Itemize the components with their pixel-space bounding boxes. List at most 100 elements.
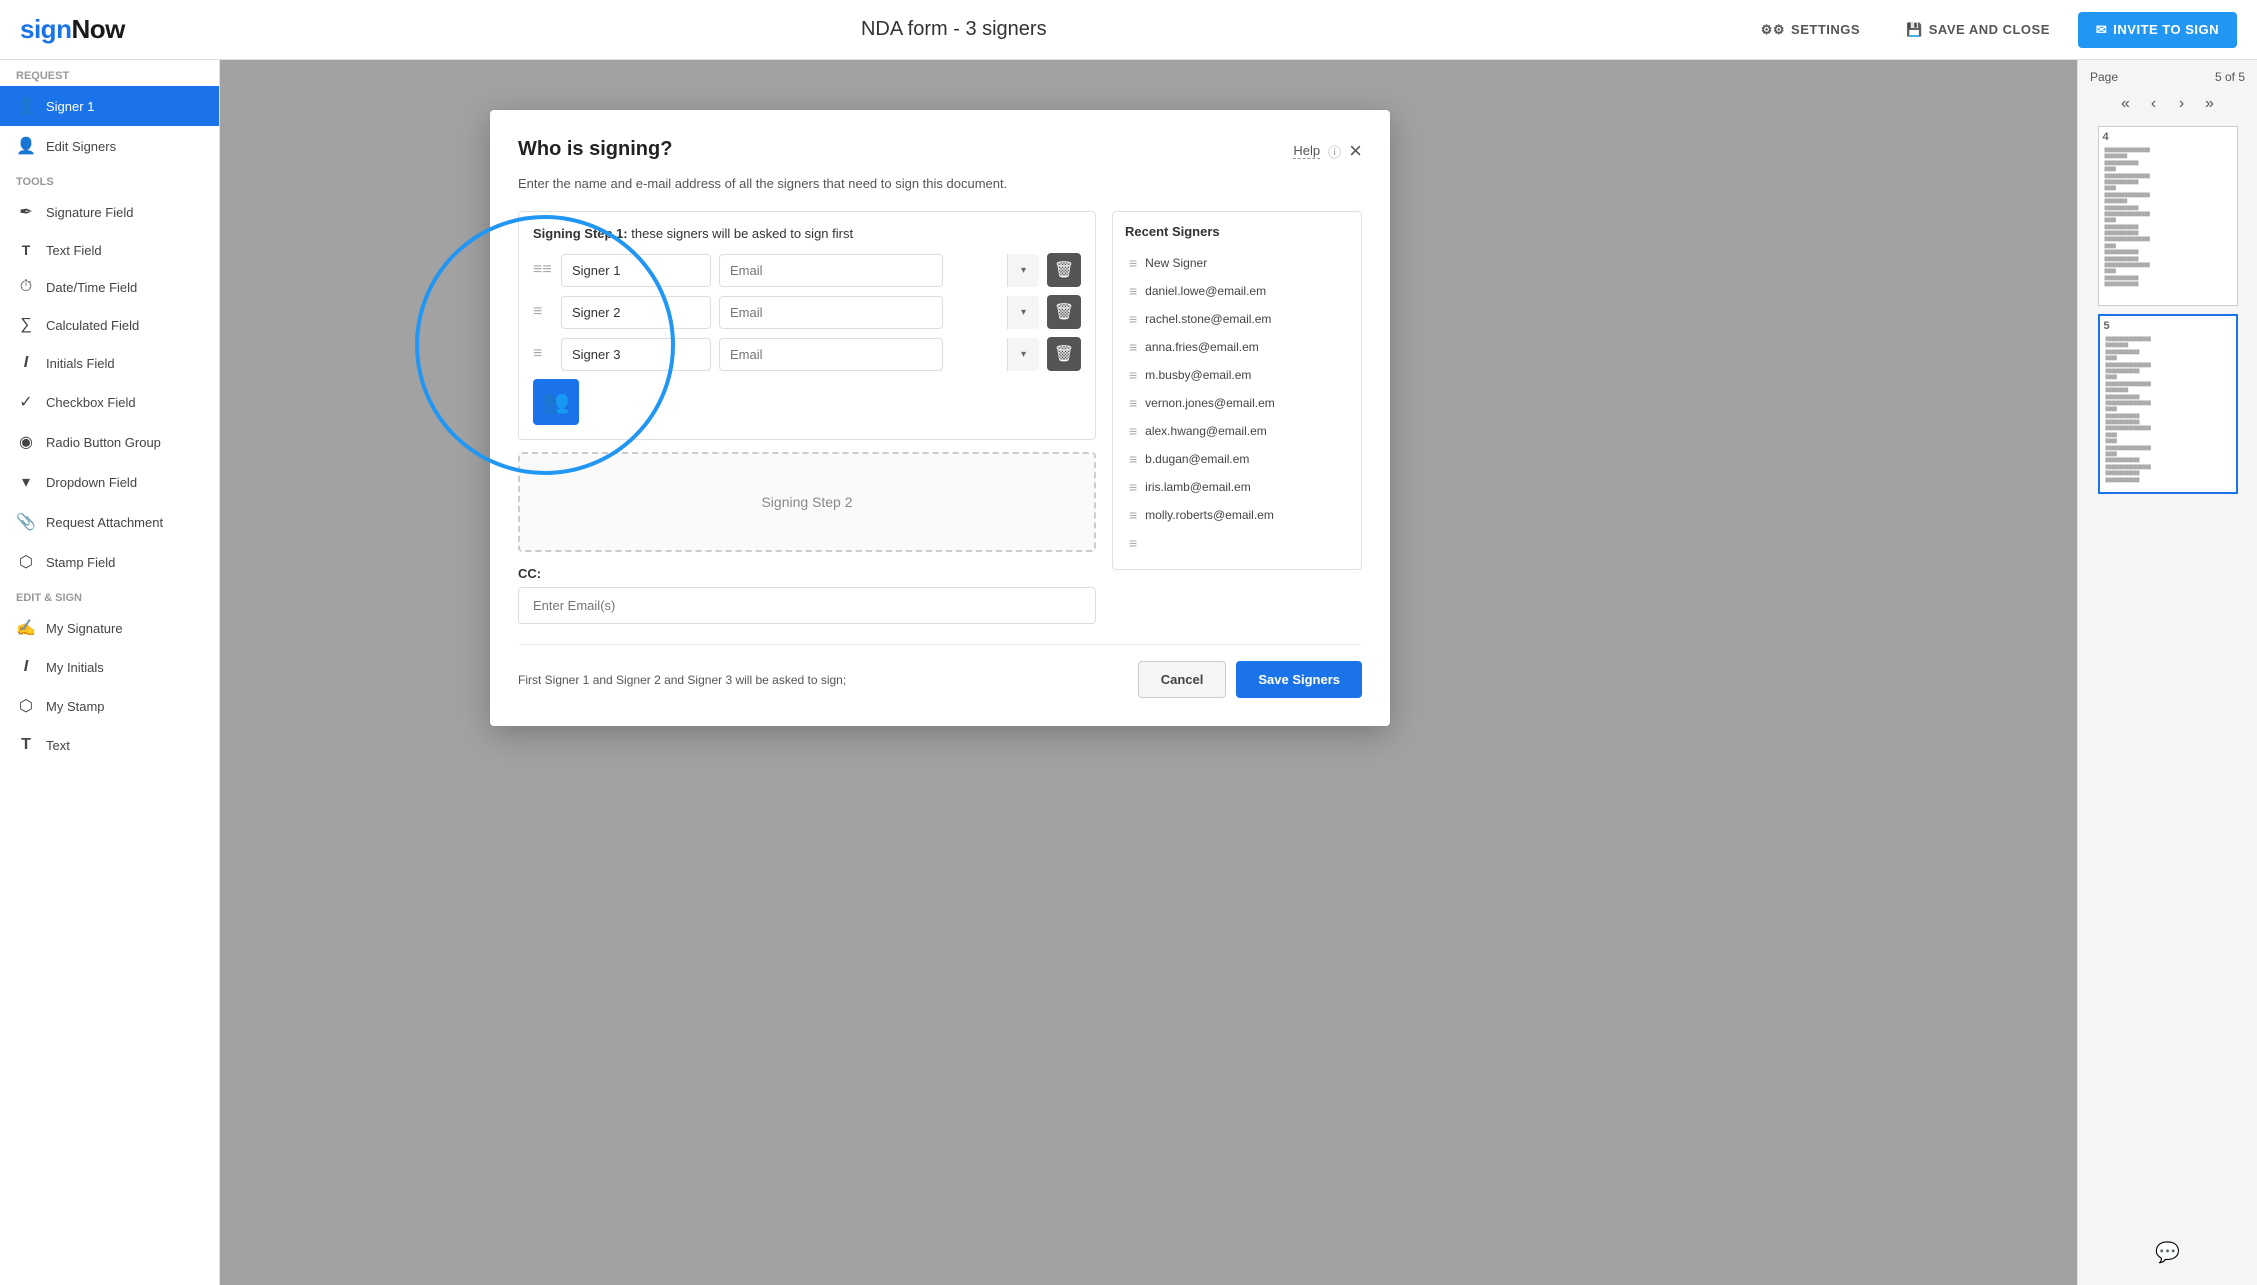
recent-signer-2[interactable]: ≡ rachel.stone@email.em [1125,305,1349,333]
page-thumb-content-5: ████████████████████████████████████████… [2100,316,2236,489]
request-section-label: Request [0,60,219,86]
signer3-email-input[interactable] [719,338,943,371]
step1-box: Signing Step 1: these signers will be as… [518,211,1096,440]
step1-desc: these signers will be asked to sign firs… [631,226,853,241]
signer2-email-dropdown[interactable]: ▾ [1007,296,1039,329]
signer1-email-wrapper: ▾ [719,254,1039,287]
drag-handle-3[interactable]: ≡ [533,345,553,363]
sidebar-item-my-initials[interactable]: I My Initials [0,648,219,686]
recent-signer-new[interactable]: ≡ New Signer [1125,249,1349,277]
save-close-button[interactable]: 💾 SAVE AND CLOSE [1888,12,2068,48]
recent-signer-3[interactable]: ≡ anna.fries@email.em [1125,333,1349,361]
menu-icon-5: ≡ [1129,395,1137,411]
signer3-name-input[interactable] [561,338,711,371]
sidebar-item-text-field[interactable]: T Text Field [0,232,219,268]
dropdown-label: Dropdown Field [46,475,137,490]
stamp-icon: ⬡ [16,552,36,572]
menu-icon-new: ≡ [1129,255,1137,271]
recent-signers-panel: Recent Signers ≡ New Signer ≡ daniel.low… [1112,211,1362,570]
delete-signer3-button[interactable]: 🗑 [1047,337,1081,371]
modal-subtitle: Enter the name and e-mail address of all… [518,176,1362,191]
comment-icon[interactable]: 💬 [2155,1242,2180,1264]
menu-icon-10: ≡ [1129,535,1137,551]
menu-icon-7: ≡ [1129,451,1137,467]
delete-signer2-button[interactable]: 🗑 [1047,295,1081,329]
sidebar-item-signer1[interactable]: 👤 Signer 1 [0,86,219,126]
invite-label: INVITE TO SIGN [2113,22,2219,37]
page-thumb-5[interactable]: 5 ██████████████████████████████████████… [2098,314,2238,494]
recent-signer-9[interactable]: ≡ molly.roberts@email.em [1125,501,1349,529]
invite-icon: ✉ [2096,22,2107,38]
settings-button[interactable]: ⚙ SETTINGS [1743,12,1878,48]
add-signer-button[interactable]: 👥 [533,379,579,425]
sidebar-item-datetime-field[interactable]: ⏱ Date/Time Field [0,268,219,306]
tools-section-label: Tools [0,166,219,192]
recent-signer-8[interactable]: ≡ iris.lamb@email.em [1125,473,1349,501]
footer-buttons: Cancel Save Signers [1138,661,1362,698]
close-modal-button[interactable]: × [1349,138,1362,164]
signer-email-5: vernon.jones@email.em [1145,396,1275,410]
drag-handle-1[interactable]: ≡ [533,261,553,279]
my-stamp-icon: ⬡ [16,696,36,716]
sidebar-item-checkbox-field[interactable]: ✓ Checkbox Field [0,382,219,422]
sidebar-item-dropdown-field[interactable]: ▾ Dropdown Field [0,462,219,502]
sidebar-item-edit-signers[interactable]: 👤 Edit Signers [0,126,219,166]
recent-signer-6[interactable]: ≡ alex.hwang@email.em [1125,417,1349,445]
page-header: Page 5 of 5 [2078,70,2257,92]
sidebar-item-initials-field[interactable]: I Initials Field [0,344,219,382]
signing-steps: Signing Step 1: these signers will be as… [518,211,1096,624]
sidebar-item-stamp-field[interactable]: ⬡ Stamp Field [0,542,219,582]
document-area: Who is signing? Help ⓘ × Enter the name … [220,60,2077,1285]
recent-signer-7[interactable]: ≡ b.dugan@email.em [1125,445,1349,473]
page-thumb-content-4: ████████████████████████████████████████… [2099,127,2237,294]
calc-icon: ∑ [16,316,36,334]
step1-bold: Signing Step 1: [533,226,628,241]
sidebar-item-calculated-field[interactable]: ∑ Calculated Field [0,306,219,344]
signer2-email-input[interactable] [719,296,943,329]
my-sig-label: My Signature [46,621,123,636]
delete-signer1-button[interactable]: 🗑 [1047,253,1081,287]
recent-signer-1[interactable]: ≡ daniel.lowe@email.em [1125,277,1349,305]
signer2-name-input[interactable] [561,296,711,329]
trash-icon: 🗑 [1054,260,1074,280]
signature-field-label: Signature Field [46,205,133,220]
page-thumb-4[interactable]: 4 ██████████████████████████████████████… [2098,126,2238,306]
recent-signer-10[interactable]: ≡ [1125,529,1349,557]
drag-handle-2[interactable]: ≡ [533,303,553,321]
help-link[interactable]: Help [1293,143,1320,159]
signer1-email-dropdown[interactable]: ▾ [1007,254,1039,287]
logo: signNow [20,14,125,45]
cancel-button[interactable]: Cancel [1138,661,1227,698]
sidebar-item-radio-group[interactable]: ◉ Radio Button Group [0,422,219,462]
signer2-email-wrapper: ▾ [719,296,1039,329]
sidebar-item-text[interactable]: T Text [0,726,219,764]
cc-email-input[interactable] [518,587,1096,624]
signer1-email-input[interactable] [719,254,943,287]
step2-label: Signing Step 2 [761,494,852,510]
edit-sign-section-label: Edit & Sign [0,582,219,608]
who-is-signing-modal: Who is signing? Help ⓘ × Enter the name … [490,110,1390,726]
last-page-button[interactable]: » [2198,92,2222,116]
my-initials-label: My Initials [46,660,104,675]
first-page-button[interactable]: « [2114,92,2138,116]
datetime-icon: ⏱ [16,278,36,296]
sidebar-item-request-attachment[interactable]: 📎 Request Attachment [0,502,219,542]
signer1-name-input[interactable] [561,254,711,287]
save-signers-button[interactable]: Save Signers [1236,661,1362,698]
recent-signer-4[interactable]: ≡ m.busby@email.em [1125,361,1349,389]
signer3-email-dropdown[interactable]: ▾ [1007,338,1039,371]
cc-label: CC: [518,566,1096,581]
next-page-button[interactable]: › [2170,92,2194,116]
recent-signers-title: Recent Signers [1125,224,1349,239]
prev-page-button[interactable]: ‹ [2142,92,2166,116]
document-title: NDA form - 3 signers [165,18,1743,41]
attach-icon: 📎 [16,512,36,532]
signer-email-7: b.dugan@email.em [1145,452,1249,466]
sidebar-item-my-signature[interactable]: ✍ My Signature [0,608,219,648]
sidebar: Request 👤 Signer 1 👤 Edit Signers Tools … [0,60,220,1285]
sidebar-item-my-stamp[interactable]: ⬡ My Stamp [0,686,219,726]
invite-sign-button[interactable]: ✉ INVITE TO SIGN [2078,12,2237,48]
dropdown-icon: ▾ [16,472,36,492]
sidebar-item-signature-field[interactable]: ✒ Signature Field [0,192,219,232]
recent-signer-5[interactable]: ≡ vernon.jones@email.em [1125,389,1349,417]
